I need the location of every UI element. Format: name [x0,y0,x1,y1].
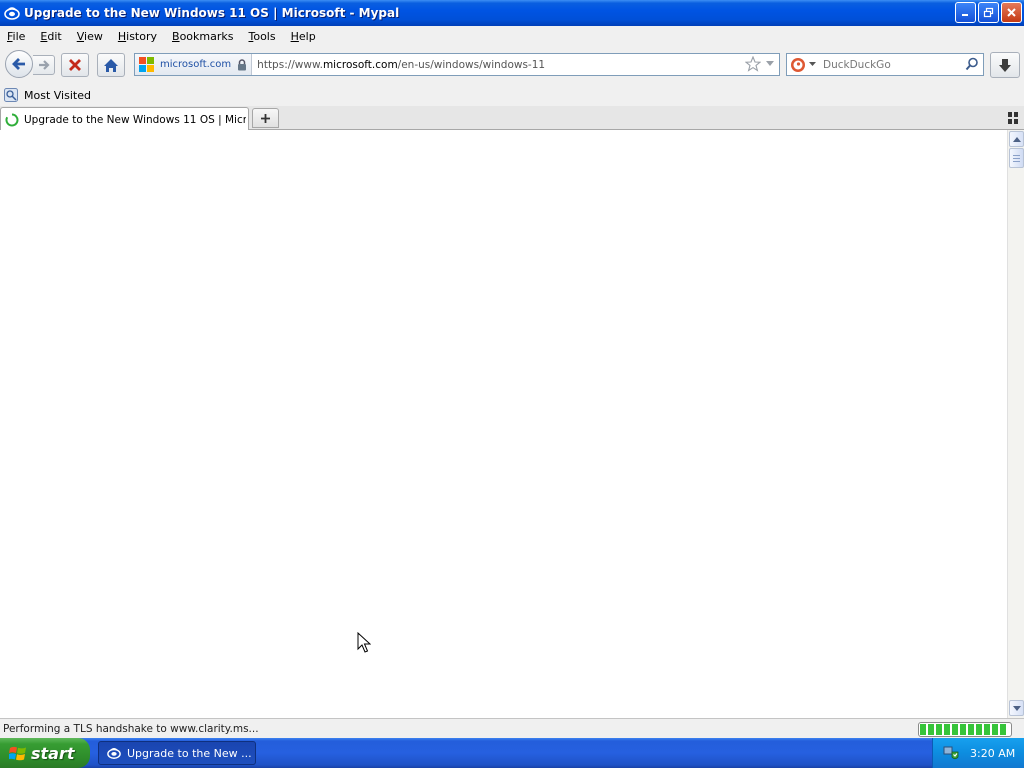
menu-bar: File Edit View History Bookmarks Tools H… [0,26,1024,46]
most-visited-label: Most Visited [24,88,91,102]
window-title: Upgrade to the New Windows 11 OS | Micro… [24,6,400,20]
new-tab-button[interactable] [252,108,279,128]
start-label: start [31,743,75,763]
menu-bookmarks-accel: B [172,29,180,43]
clock: 3:20 AM [970,746,1016,760]
scroll-thumb[interactable] [1009,148,1024,168]
start-button[interactable]: start [0,738,90,768]
grid-icon-cell [1008,112,1012,117]
status-bar: Performing a TLS handshake to www.clarit… [0,718,1024,738]
menu-edit[interactable]: Edit [33,30,69,43]
menu-help[interactable]: Help [284,30,324,43]
home-button[interactable] [97,53,125,77]
url-prefix: https://www. [257,58,323,71]
minimize-icon [962,14,968,16]
url-domain: microsoft.com [322,58,398,71]
menu-history-label: istory [126,29,158,43]
stop-icon [69,59,81,71]
downloads-button[interactable] [990,52,1020,78]
forward-arrow-icon [38,60,50,70]
menu-help-label: elp [298,29,316,43]
loading-progress-bar [918,722,1012,737]
url-path: /en-us/windows/windows-11 [397,58,546,71]
back-button[interactable] [5,50,33,78]
search-bar[interactable]: DuckDuckGo [786,53,984,76]
grid-icon-cell [1008,119,1012,124]
system-tray: 3:20 AM [932,738,1024,768]
menu-history[interactable]: History [111,30,165,43]
menu-file[interactable]: File [0,30,33,43]
menu-history-accel: H [117,29,127,43]
lock-icon [238,58,247,70]
grid-icon-cell [1014,119,1018,124]
most-visited-icon [4,88,18,102]
back-arrow-icon [12,58,25,70]
taskbar-window-button[interactable]: Upgrade to the New ... [98,741,256,765]
home-icon [104,58,118,72]
url-bar[interactable]: microsoft.com https://www.microsoft.com/… [134,53,780,76]
menu-view[interactable]: View [70,30,111,43]
status-text: Performing a TLS handshake to www.clarit… [3,722,259,735]
tab-active[interactable]: Upgrade to the New Windows 11 OS | Micro… [0,107,249,131]
url-dropdown-icon[interactable] [765,60,775,68]
scroll-down-button[interactable] [1009,700,1024,716]
bookmarks-toolbar: Most Visited [0,84,1024,106]
url-bar-icons [745,56,775,72]
progress-fill [920,724,1006,735]
menu-bookmarks[interactable]: Bookmarks [165,30,241,43]
menu-bookmarks-label: ookmarks [179,29,234,43]
taskbar: start Upgrade to the New ... 3:20 AM [0,738,1024,768]
forward-button[interactable] [33,55,55,75]
mouse-cursor-icon [357,632,371,653]
list-all-tabs-button[interactable] [1008,112,1020,124]
menu-help-accel: H [290,29,299,43]
tab-title: Upgrade to the New Windows 11 OS | Micro… [24,113,246,126]
menu-view-label: iew [84,29,103,43]
search-icon[interactable] [965,57,979,71]
plus-icon [261,113,270,123]
grid-icon-cell [1014,112,1018,117]
bookmark-most-visited[interactable]: Most Visited [4,88,91,102]
menu-view-accel: V [76,29,85,43]
page-content[interactable] [0,130,1007,718]
taskbar-window-label: Upgrade to the New ... [127,746,252,760]
minimize-button[interactable] [955,2,976,23]
url-text[interactable]: https://www.microsoft.com/en-us/windows/… [257,59,545,71]
menu-file-label: ile [12,29,26,43]
site-identity-box[interactable]: microsoft.com [135,54,253,75]
mypal-app-icon [4,7,20,20]
restore-button[interactable] [978,2,999,23]
title-bar[interactable]: Upgrade to the New Windows 11 OS | Micro… [0,0,1024,26]
chevron-down-icon [809,62,816,66]
stop-button[interactable] [61,53,89,77]
identity-host: microsoft.com [160,59,232,70]
arrow-down-icon [1012,705,1021,711]
download-arrow-icon [999,58,1011,72]
search-engine-selector[interactable] [787,54,817,75]
restore-icon [983,7,994,18]
search-placeholder: DuckDuckGo [823,58,891,71]
loading-throbber-icon [5,113,19,126]
close-icon [1007,8,1016,17]
windows-flag-icon [9,746,26,760]
duckduckgo-icon [791,57,805,72]
close-button[interactable] [1001,2,1022,23]
network-shield-icon[interactable] [943,745,959,761]
bookmark-star-icon[interactable] [745,56,761,72]
menu-edit-label: dit [47,29,62,43]
navigation-toolbar: microsoft.com https://www.microsoft.com/… [0,46,1024,84]
mypal-app-icon [107,748,121,759]
vertical-scrollbar[interactable] [1007,130,1024,718]
menu-tools-label: ools [253,29,276,43]
microsoft-logo-icon [139,57,154,72]
window-controls [955,2,1022,23]
scroll-up-button[interactable] [1009,131,1024,147]
menu-tools[interactable]: Tools [241,30,283,43]
arrow-up-icon [1012,136,1021,142]
tab-strip: Upgrade to the New Windows 11 OS | Micro… [0,106,1024,131]
